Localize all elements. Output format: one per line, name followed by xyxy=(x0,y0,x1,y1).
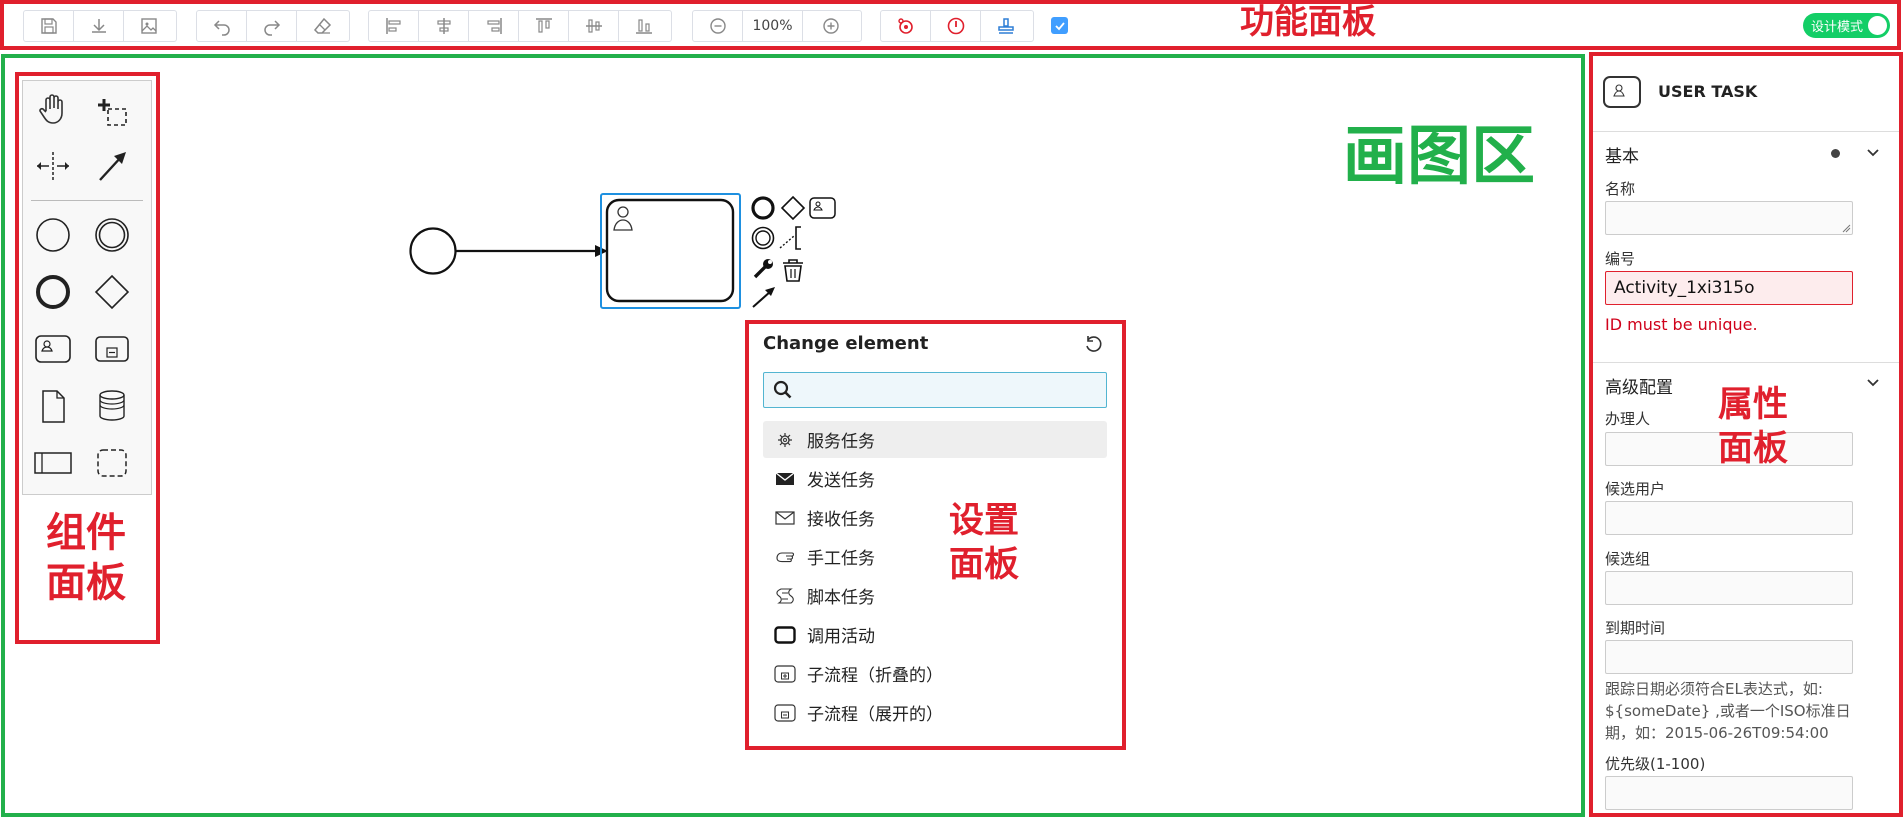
annotation-line: 设置 xyxy=(949,501,1020,541)
drawing-area-annotation: 画图区 xyxy=(1343,120,1535,194)
function-panel-annotation: 功能面板 xyxy=(1240,2,1376,42)
annotation-line: 属性 xyxy=(1718,385,1789,425)
property-panel-annotation: 属性 面板 xyxy=(1718,384,1788,472)
annotation-line: 面板 xyxy=(949,544,1020,585)
component-panel-annotation: 组件 面板 xyxy=(46,508,126,608)
annotation-line: 面板 xyxy=(1718,428,1789,469)
annotation-line: 面板 xyxy=(46,560,126,606)
settings-panel-annotation: 设置 面板 xyxy=(949,500,1019,588)
function-panel-frame xyxy=(0,0,1901,50)
settings-panel-frame xyxy=(745,320,1126,750)
annotation-line: 组件 xyxy=(46,510,126,556)
